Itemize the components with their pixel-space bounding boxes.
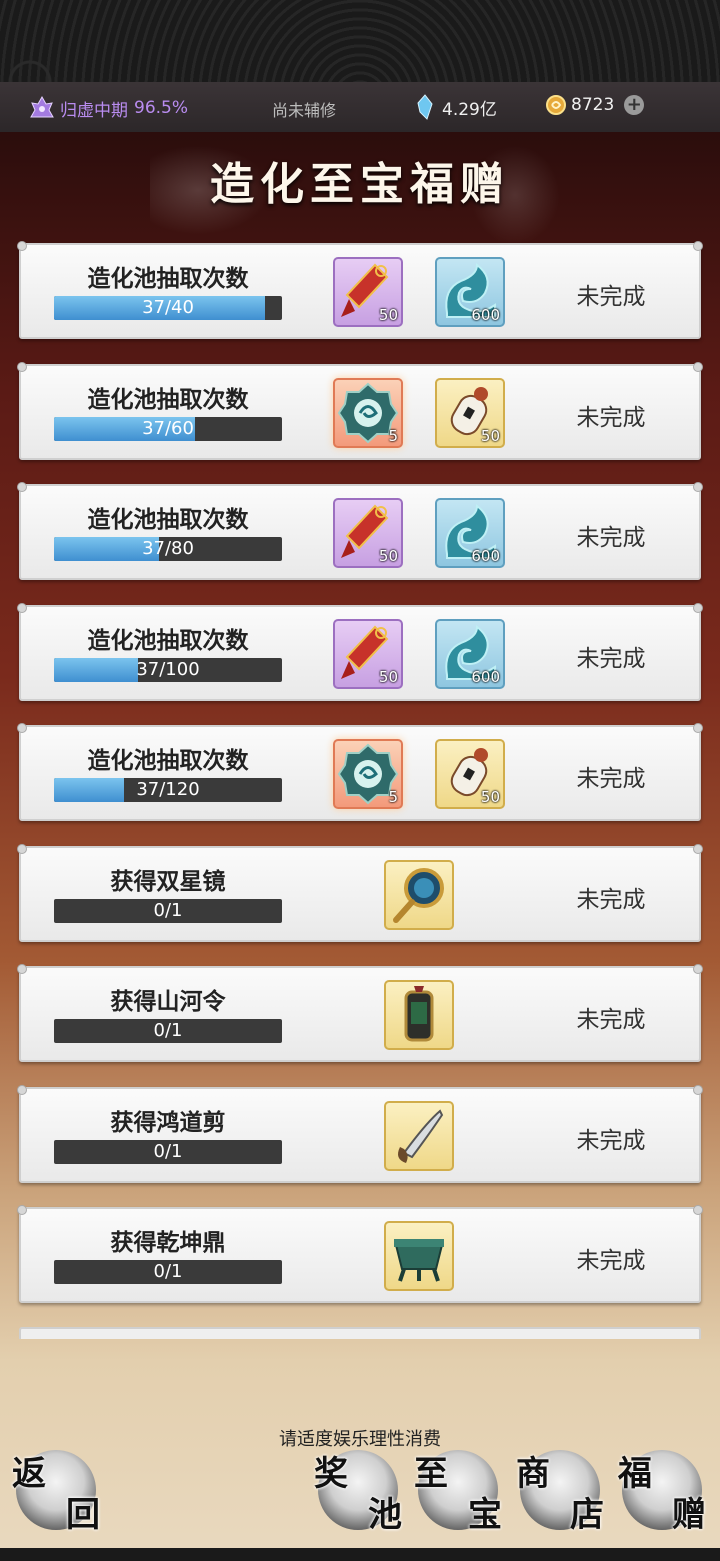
task-status[interactable]: 未完成 bbox=[531, 1121, 691, 1155]
progress-bar: 0/1 bbox=[54, 1139, 282, 1164]
reward-quantity: 600 bbox=[471, 306, 500, 324]
task-status[interactable]: 未完成 bbox=[531, 277, 691, 311]
progress-text: 0/1 bbox=[153, 1261, 183, 1282]
gold-value: 8723 bbox=[571, 95, 615, 115]
reward-quantity: 50 bbox=[378, 547, 398, 565]
progress-text: 37/120 bbox=[136, 779, 200, 800]
reward-quantity: 5 bbox=[388, 426, 398, 445]
task-label: 获得山河令 bbox=[110, 989, 226, 1015]
back-button[interactable]: 返 回 bbox=[12, 1450, 100, 1535]
bottom-strip bbox=[0, 1548, 720, 1561]
realm-name: 归虚中期 bbox=[60, 100, 128, 121]
progress-text: 37/80 bbox=[142, 538, 194, 559]
notice-text: 请适度娱乐理性消费 bbox=[279, 1429, 441, 1450]
mirror-icon[interactable] bbox=[384, 859, 454, 930]
progress-bar: 0/1 bbox=[54, 1260, 282, 1284]
progress-text: 37/100 bbox=[136, 658, 200, 680]
progress-bar: 37/60 bbox=[54, 416, 282, 441]
progress-text: 37/60 bbox=[142, 417, 194, 439]
task-card: 造化池抽取次数 37/100 50 600 未完成 bbox=[17, 602, 703, 701]
progress-bar: 37/80 bbox=[54, 537, 282, 561]
treasure-button[interactable]: 至 宝 bbox=[414, 1450, 502, 1535]
task-label: 获得双星镜 bbox=[110, 868, 226, 895]
task-status[interactable]: 未完成 bbox=[531, 639, 691, 673]
top-decor-pattern bbox=[0, 0, 720, 82]
progress-bar: 37/40 bbox=[54, 296, 282, 320]
task-label: 造化池抽取次数 bbox=[87, 748, 249, 774]
lantern-token-icon[interactable] bbox=[384, 980, 454, 1050]
red-talisman-icon[interactable]: 50 bbox=[333, 618, 403, 689]
status-bar: 归虚中期 96.5% 尚未辅修 4.29亿 8723 + bbox=[0, 82, 720, 132]
reward-quantity: 50 bbox=[378, 306, 398, 324]
task-label: 获得鸿道剪 bbox=[110, 1109, 226, 1136]
reward-quantity: 50 bbox=[480, 788, 500, 806]
task-card: 获得双星镜 0/1 未完成 bbox=[17, 843, 703, 942]
cultivator-icon bbox=[30, 95, 54, 118]
progress-text: 37/40 bbox=[142, 297, 194, 318]
task-label: 造化池抽取次数 bbox=[87, 386, 249, 413]
spirit-orb-icon[interactable]: 5 bbox=[333, 377, 403, 448]
realm-indicator[interactable]: 归虚中期 96.5% bbox=[28, 95, 188, 121]
water-wave-icon[interactable]: 600 bbox=[435, 618, 505, 689]
partial-task-card bbox=[19, 1327, 701, 1339]
gift-button[interactable]: 福 赠 bbox=[618, 1450, 706, 1535]
gold-counter: 8723 + bbox=[545, 94, 645, 116]
spirit-stone-counter: 4.29亿 bbox=[416, 94, 497, 120]
task-status[interactable]: 未完成 bbox=[531, 1000, 691, 1034]
red-talisman-icon[interactable]: 50 bbox=[333, 257, 403, 327]
gourd-scroll-icon[interactable]: 50 bbox=[435, 739, 505, 809]
progress-text: 0/1 bbox=[153, 1020, 183, 1041]
water-wave-icon[interactable]: 600 bbox=[435, 257, 505, 327]
progress-bar: 37/120 bbox=[54, 778, 282, 802]
spirit-stone-value: 4.29亿 bbox=[442, 99, 497, 120]
task-label: 造化池抽取次数 bbox=[87, 507, 249, 533]
progress-text: 0/1 bbox=[153, 1140, 183, 1162]
water-wave-icon[interactable]: 600 bbox=[435, 498, 505, 568]
scissors-blade-icon[interactable] bbox=[384, 1100, 454, 1171]
crystal-icon bbox=[417, 94, 433, 120]
reward-quantity: 600 bbox=[471, 667, 500, 686]
add-gold-button[interactable]: + bbox=[624, 95, 645, 115]
task-card: 造化池抽取次数 37/80 50 600 未完成 bbox=[17, 482, 703, 580]
task-status[interactable]: 未完成 bbox=[531, 880, 691, 914]
task-label: 造化池抽取次数 bbox=[87, 627, 249, 654]
realm-progress: 96.5% bbox=[134, 98, 189, 118]
progress-bar: 37/100 bbox=[54, 657, 282, 682]
task-label: 造化池抽取次数 bbox=[87, 266, 249, 292]
gold-coin-icon bbox=[546, 95, 566, 115]
red-talisman-icon[interactable]: 50 bbox=[333, 498, 403, 568]
task-card: 获得乾坤鼎 0/1 未完成 bbox=[17, 1205, 703, 1303]
task-status[interactable]: 未完成 bbox=[531, 398, 691, 432]
progress-bar: 0/1 bbox=[54, 1019, 282, 1043]
task-card: 造化池抽取次数 37/40 50 600 未完成 bbox=[17, 241, 703, 339]
task-card: 造化池抽取次数 37/120 5 50 未完成 bbox=[17, 723, 703, 821]
task-card: 获得鸿道剪 0/1 未完成 bbox=[17, 1084, 703, 1183]
task-status[interactable]: 未完成 bbox=[531, 1241, 691, 1275]
reward-quantity: 600 bbox=[471, 547, 500, 565]
reward-quantity: 50 bbox=[480, 426, 500, 445]
task-card: 造化池抽取次数 37/60 5 50 未完成 bbox=[17, 361, 703, 460]
gourd-scroll-icon[interactable]: 50 bbox=[435, 377, 505, 448]
reward-quantity: 50 bbox=[378, 667, 398, 686]
cauldron-icon[interactable] bbox=[384, 1221, 454, 1291]
reward-quantity: 5 bbox=[388, 788, 398, 806]
assist-status: 尚未辅修 bbox=[272, 101, 337, 120]
shop-button[interactable]: 商 店 bbox=[516, 1450, 604, 1535]
prize-pool-button[interactable]: 奖 池 bbox=[314, 1450, 402, 1535]
progress-text: 0/1 bbox=[153, 899, 183, 921]
task-status[interactable]: 未完成 bbox=[531, 759, 691, 793]
task-card: 获得山河令 0/1 未完成 bbox=[17, 964, 703, 1062]
progress-bar: 0/1 bbox=[54, 898, 282, 923]
page-title: 造化至宝福赠 bbox=[210, 159, 510, 210]
spirit-orb-icon[interactable]: 5 bbox=[333, 739, 403, 809]
task-label: 获得乾坤鼎 bbox=[110, 1230, 226, 1256]
task-status[interactable]: 未完成 bbox=[531, 518, 691, 552]
